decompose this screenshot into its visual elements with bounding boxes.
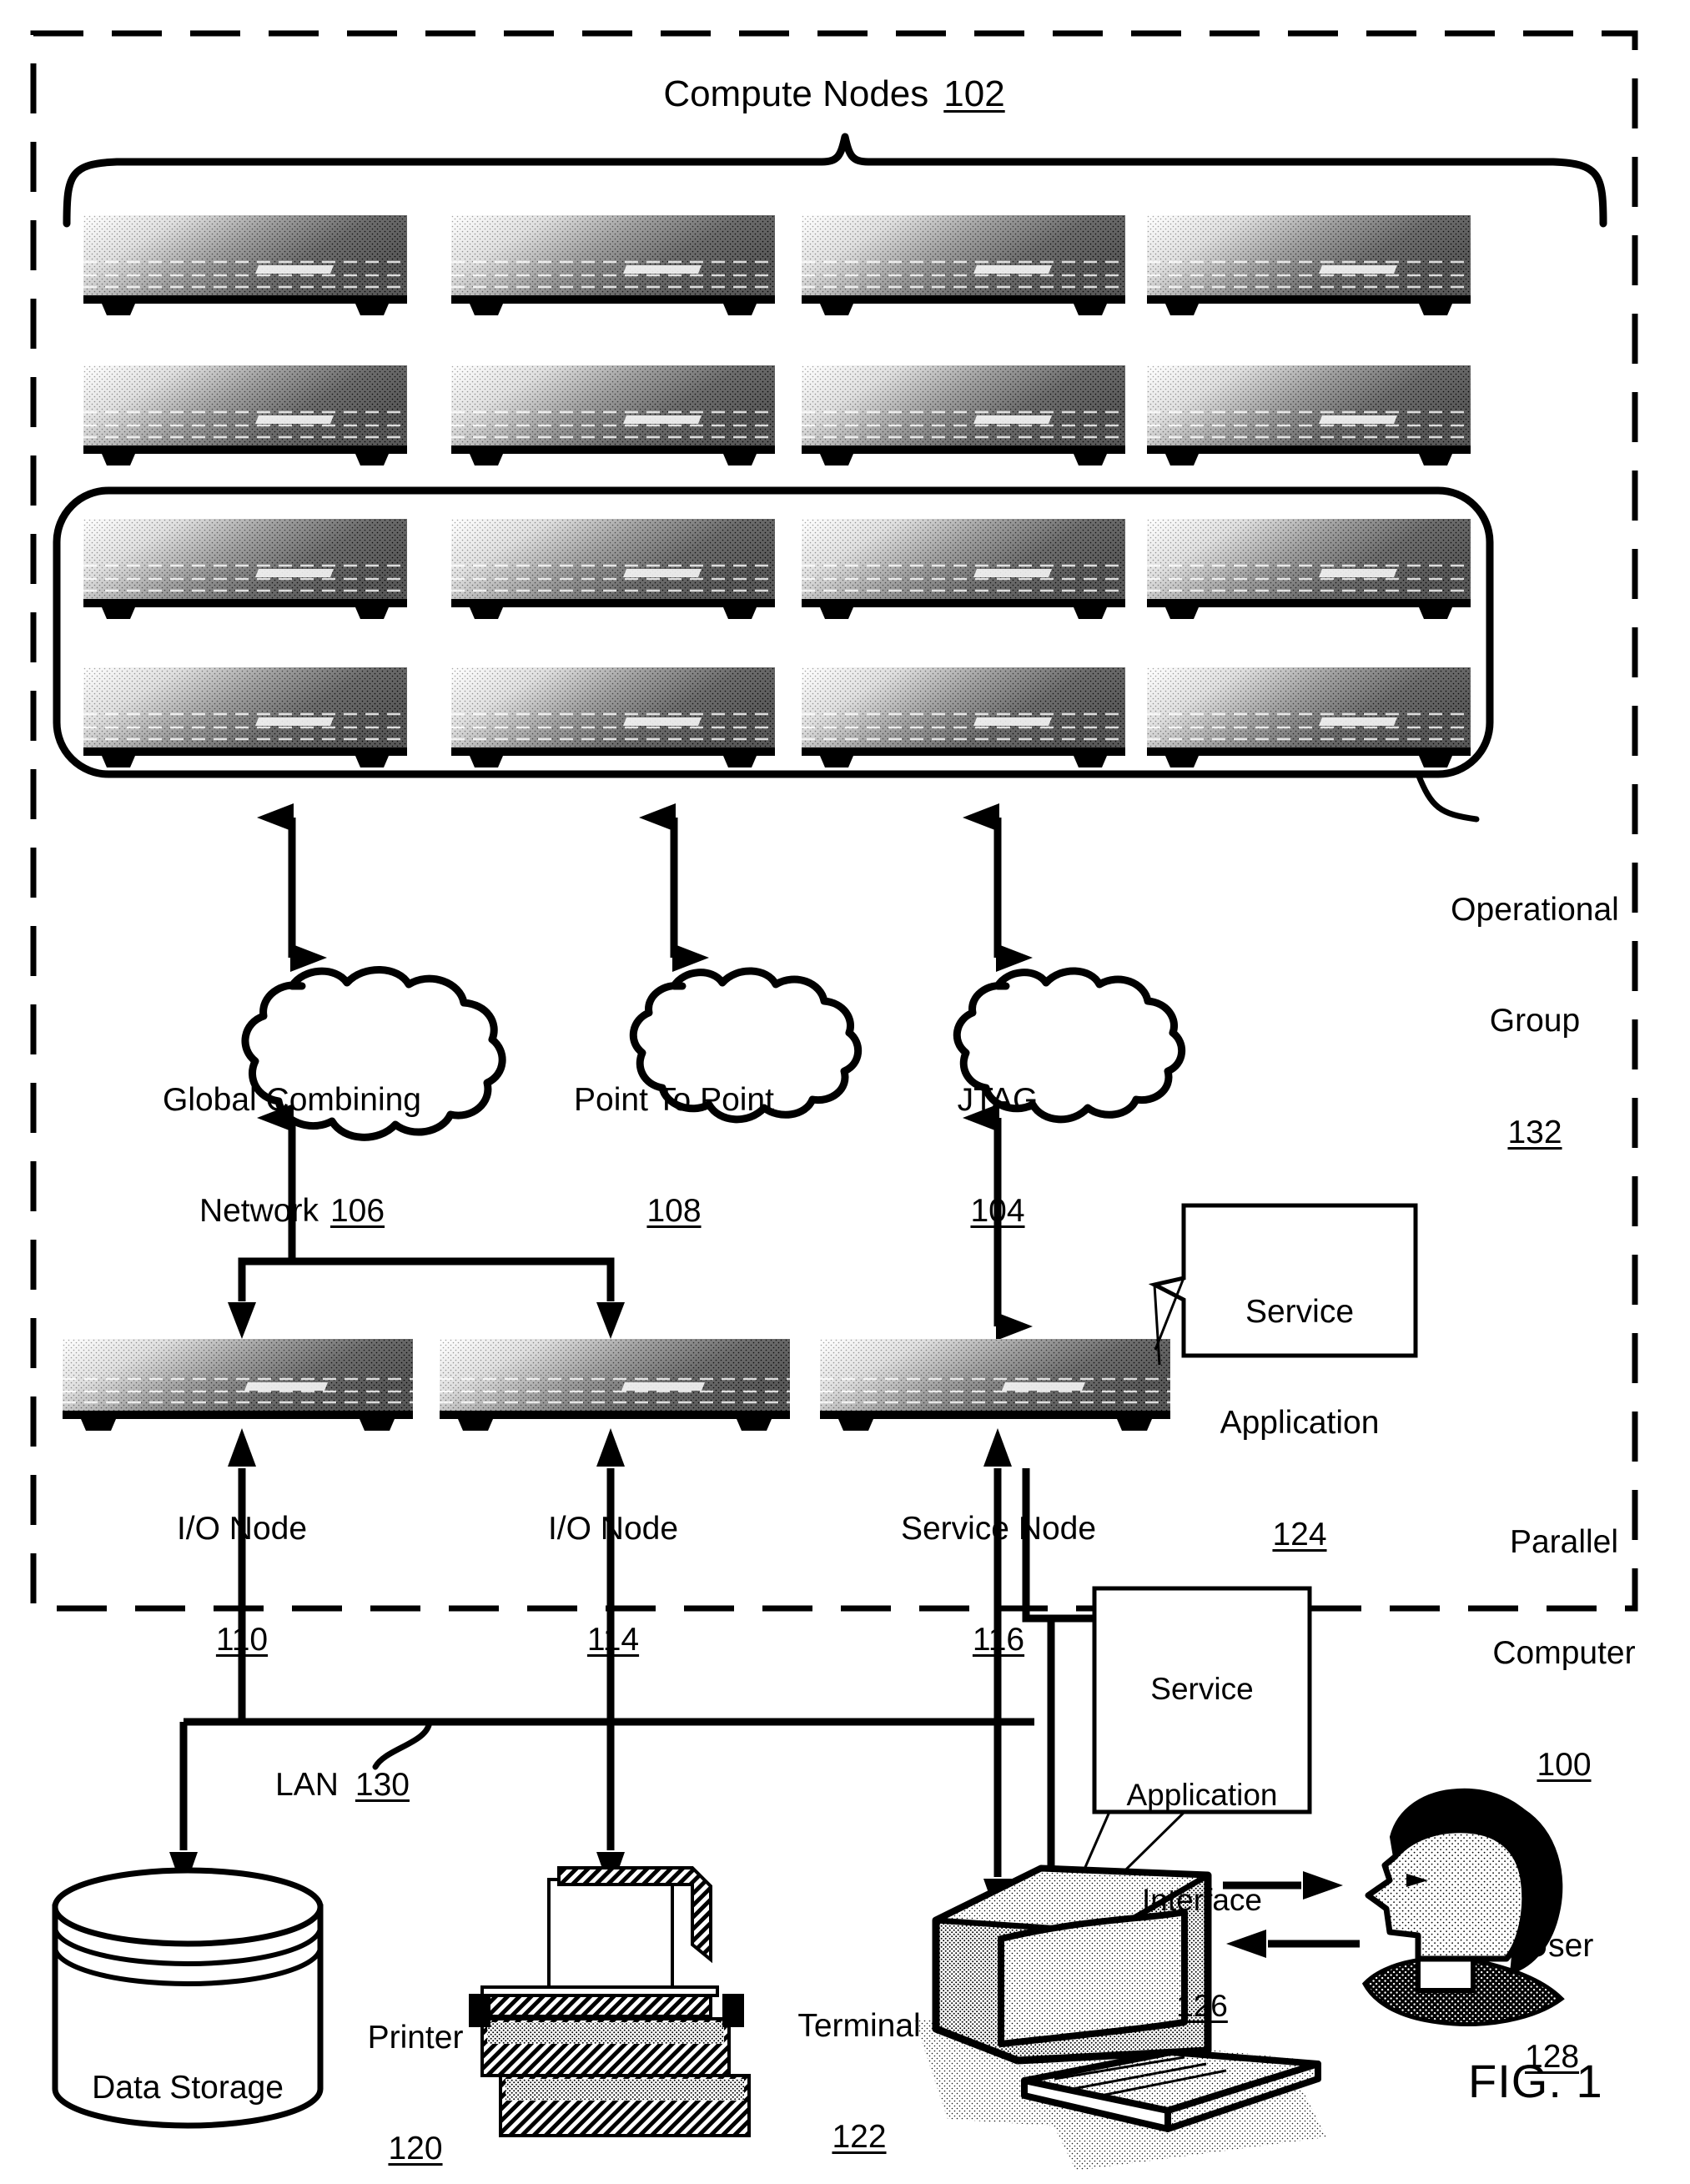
parallel-computer-ref: 100	[1537, 1746, 1592, 1783]
io-node-110-ref: 110	[215, 1622, 269, 1658]
compute-node-icon	[451, 215, 775, 315]
compute-node-icon	[83, 365, 407, 465]
service-application-interface-ref: 126	[1176, 1988, 1228, 2023]
compute-node-icon	[1147, 215, 1471, 315]
data-storage-label: Data Storage 118	[67, 1995, 309, 2184]
io-node-110-label-text: I/O Node	[176, 1510, 308, 1547]
service-application-label: Service Application 124	[1188, 1220, 1411, 1628]
printer-icon	[469, 1866, 751, 2137]
global-combining-network-ref: 106	[329, 1193, 385, 1230]
compute-nodes-ref: 102	[943, 73, 1005, 114]
point-to-point-network-line1: Point To Point	[574, 1081, 774, 1118]
global-combining-network-line1: Global Combining	[162, 1081, 421, 1118]
compute-node-icon	[83, 215, 407, 315]
service-application-interface-line1: Service	[1150, 1672, 1254, 1707]
io-node-114-label: I/O Node 114	[488, 1437, 738, 1734]
service-application-line1: Service	[1245, 1293, 1355, 1330]
parallel-computer-line2: Computer	[1492, 1635, 1636, 1672]
compute-nodes-title: Compute Nodes 102	[584, 73, 1084, 115]
compute-node-icon	[451, 365, 775, 465]
printer-ref: 120	[388, 2131, 443, 2167]
parallel-computer-label: Parallel Computer 100	[1468, 1450, 1660, 1858]
group-to-network-arrows	[257, 803, 1033, 972]
service-node-116-label: Service Node 116	[869, 1437, 1128, 1734]
compute-node-icon	[802, 667, 1125, 767]
service-application-interface-line3: Interface	[1142, 1883, 1262, 1918]
point-to-point-network-label: Point To Point 108	[541, 1008, 807, 1305]
global-combining-network-line2: Network	[199, 1193, 319, 1230]
terminal-label: Terminal 122	[776, 1934, 943, 2184]
io-node-114-icon	[440, 1339, 790, 1431]
compute-nodes-brace	[63, 133, 1607, 228]
figure-number: FIG. 1	[1468, 2055, 1603, 2107]
operational-group-label: Operational Group 132	[1418, 818, 1652, 1225]
patent-figure-1: Compute Nodes 102 Operational Group 132 G…	[0, 0, 1690, 2184]
jtag-network-label: JTAG 104	[873, 1008, 1123, 1305]
compute-node-icon	[451, 667, 775, 767]
service-application-interface-line2: Application	[1126, 1777, 1278, 1812]
io-node-114-ref: 114	[586, 1622, 640, 1658]
operational-group-label-line2: Group	[1489, 1003, 1581, 1039]
lan-leader	[372, 1719, 433, 1770]
compute-node-icon	[1147, 667, 1471, 767]
compute-node-icon	[802, 215, 1125, 315]
compute-node-icon	[83, 667, 407, 767]
point-to-point-network-ref: 108	[646, 1193, 702, 1230]
printer-label: Printer 120	[349, 1945, 482, 2184]
service-node-116-ref: 116	[972, 1622, 1025, 1658]
io-node-110-label: I/O Node 110	[117, 1437, 367, 1734]
compute-node-icon	[1147, 519, 1471, 619]
lan-ref: 130	[355, 1767, 410, 1803]
io-node-110-icon	[63, 1339, 413, 1431]
terminal-ref: 122	[832, 2119, 887, 2156]
global-combining-network-label: Global Combining Network 106	[125, 1008, 459, 1305]
data-storage-ref: 118	[67, 2181, 309, 2184]
compute-node-icon	[802, 519, 1125, 619]
compute-nodes-title-text: Compute Nodes	[663, 73, 929, 114]
compute-node-icon	[802, 365, 1125, 465]
service-node-116-label-text: Service Node	[900, 1510, 1097, 1547]
lan-label: LAN 130	[275, 1767, 492, 1804]
jtag-network-line1: JTAG	[957, 1081, 1039, 1118]
user-label-text: User	[1525, 1927, 1594, 1964]
operational-group-label-line1: Operational	[1451, 891, 1619, 928]
lan-label-text: LAN	[275, 1767, 339, 1803]
io-node-114-label-text: I/O Node	[547, 1510, 679, 1547]
service-application-interface-label: Service Application Interface 126	[1098, 1602, 1306, 2094]
jtag-network-ref: 104	[970, 1193, 1025, 1230]
printer-label-text: Printer	[367, 2019, 464, 2056]
data-storage-label-text: Data Storage	[92, 2069, 284, 2106]
service-node-116-icon	[820, 1339, 1170, 1431]
compute-node-icon	[83, 519, 407, 619]
service-application-line2: Application	[1220, 1405, 1380, 1442]
terminal-label-text: Terminal	[797, 2007, 921, 2044]
service-application-ref: 124	[1272, 1516, 1327, 1552]
operational-group-ref: 132	[1507, 1114, 1562, 1150]
compute-node-icon	[1147, 365, 1471, 465]
parallel-computer-line1: Parallel	[1509, 1523, 1619, 1560]
compute-node-icon	[451, 519, 775, 619]
